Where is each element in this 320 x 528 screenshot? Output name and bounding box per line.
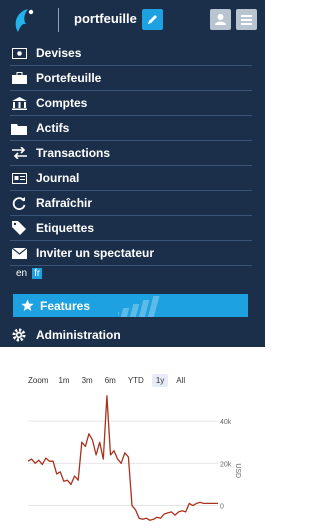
menu-item-etiquettes[interactable]: Etiquettes (10, 216, 252, 241)
bar-decoration-icon (118, 296, 160, 317)
language-option-fr[interactable]: fr (32, 268, 43, 279)
banknote-icon (10, 46, 28, 60)
app-logo-icon[interactable] (10, 6, 38, 34)
menu-item-portefeuille[interactable]: Portefeuille (10, 66, 252, 91)
briefcase-icon (10, 71, 28, 85)
y-tick-label: 20k (220, 461, 232, 468)
menu-item-label: Portefeuille (36, 71, 102, 85)
y-axis-label: USD (234, 463, 241, 478)
top-bar: portfeuille (0, 0, 265, 40)
y-tick-label: 40k (220, 419, 232, 426)
menu-item-label: Etiquettes (36, 221, 95, 235)
menu-item-label: Rafraîchir (36, 196, 93, 210)
user-button[interactable] (210, 9, 231, 30)
hamburger-icon (241, 15, 252, 25)
menu-item-label: Comptes (36, 96, 88, 110)
zoom-ytd-button[interactable]: YTD (124, 374, 148, 387)
zoom-3m-button[interactable]: 3m (78, 374, 97, 387)
menu-item-label: Devises (36, 46, 82, 60)
menu-item-inviter-spectateur[interactable]: Inviter un spectateur (10, 241, 252, 266)
menu-item-rafraichir[interactable]: Rafraîchir (10, 191, 252, 216)
menu-item-label: Transactions (36, 146, 111, 160)
features-button[interactable]: Features (13, 294, 248, 317)
folder-icon (10, 121, 28, 135)
zoom-bar: Zoom 1m 3m 6m YTD 1y All (28, 374, 189, 387)
star-icon (21, 299, 34, 312)
features-label: Features (40, 298, 91, 313)
menu-item-transactions[interactable]: Transactions (10, 141, 252, 166)
menu-item-label: Journal (36, 171, 80, 185)
zoom-label: Zoom (28, 376, 49, 385)
header-divider (58, 8, 59, 32)
portfolio-title: portfeuille (74, 11, 137, 26)
bank-icon (10, 96, 28, 110)
sidebar-navigation: portfeuille Devises Portefeuille Comptes… (0, 0, 265, 347)
menu-item-label: Actifs (36, 121, 70, 135)
menu-item-comptes[interactable]: Comptes (10, 91, 252, 116)
series-line (27, 395, 218, 521)
menu-item-journal[interactable]: Journal (10, 166, 252, 191)
tag-icon (10, 221, 28, 235)
user-icon (215, 14, 226, 25)
language-option-en[interactable]: en (16, 268, 27, 279)
line-chart: 0 20k 40k USD (27, 395, 241, 521)
envelope-icon (10, 246, 28, 260)
zoom-1y-button[interactable]: 1y (151, 374, 169, 387)
menu-item-actifs[interactable]: Actifs (10, 116, 252, 141)
language-selector: en fr (16, 268, 43, 279)
gear-icon (10, 328, 28, 342)
menu-item-devises[interactable]: Devises (10, 41, 252, 66)
transfer-arrows-icon (10, 146, 28, 160)
edit-portfolio-button[interactable] (142, 9, 163, 30)
refresh-icon (10, 196, 28, 210)
y-tick-label: 0 (220, 504, 224, 511)
journal-icon (10, 171, 28, 185)
menu-item-label: Administration (36, 328, 121, 342)
menu-item-label: Inviter un spectateur (36, 246, 155, 260)
hamburger-menu-button[interactable] (236, 9, 257, 30)
zoom-6m-button[interactable]: 6m (101, 374, 120, 387)
menu-item-administration[interactable]: Administration (10, 323, 252, 347)
zoom-all-button[interactable]: All (172, 374, 189, 387)
zoom-1m-button[interactable]: 1m (54, 374, 73, 387)
pencil-icon (148, 15, 157, 24)
